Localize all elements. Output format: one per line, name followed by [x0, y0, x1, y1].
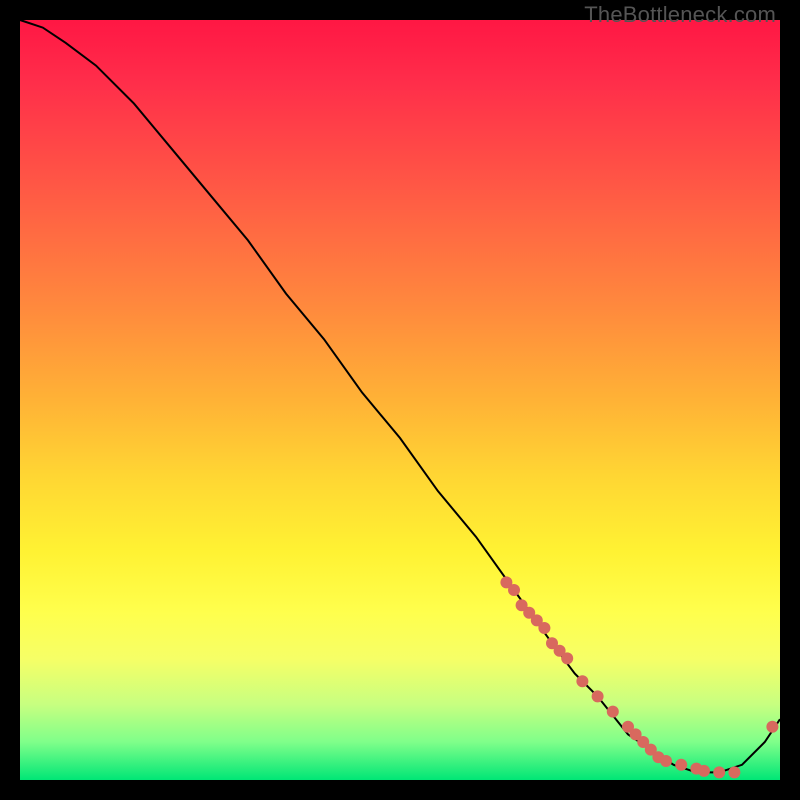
scatter-dot	[576, 675, 588, 687]
scatter-dot	[561, 652, 573, 664]
chart-frame: TheBottleneck.com	[0, 0, 800, 800]
scatter-dot	[675, 759, 687, 771]
scatter-dot	[538, 622, 550, 634]
scatter-dot	[508, 584, 520, 596]
scatter-group	[500, 576, 778, 778]
scatter-dot	[713, 766, 725, 778]
scatter-dot	[592, 690, 604, 702]
chart-overlay	[20, 20, 780, 780]
scatter-dot	[607, 706, 619, 718]
scatter-dot	[766, 721, 778, 733]
scatter-dot	[698, 765, 710, 777]
scatter-dot	[660, 755, 672, 767]
bottleneck-curve	[20, 20, 780, 772]
watermark-text: TheBottleneck.com	[584, 2, 776, 28]
scatter-dot	[728, 766, 740, 778]
